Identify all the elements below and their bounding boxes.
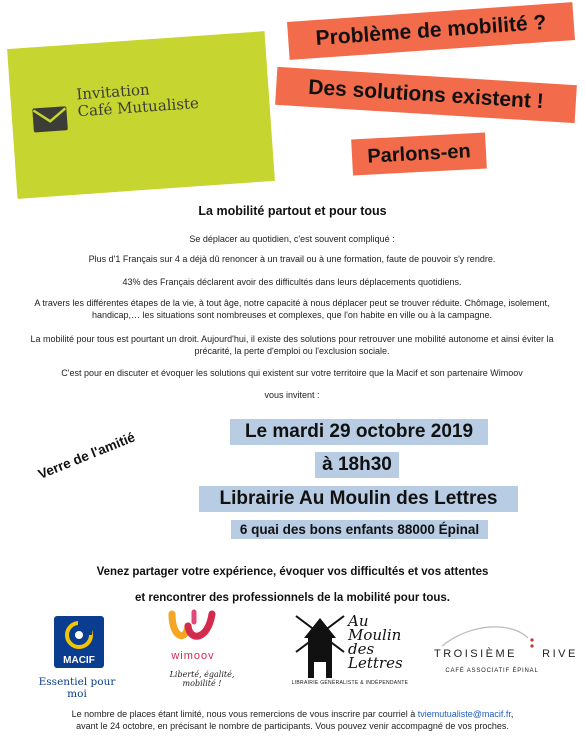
footer-note: Le nombre de places étant limité, nous v… xyxy=(20,708,565,732)
wimoov-logo: wimoov Liberté, égalité, mobilité ! xyxy=(158,608,248,694)
wimoov-w-icon xyxy=(168,609,216,640)
troisieme-rive-wordmark: TROISIÈME RIVE xyxy=(434,648,575,660)
paragraph-stat-2: 43% des Français déclarent avoir des dif… xyxy=(122,277,462,287)
rive-word: RIVE xyxy=(542,648,578,660)
footer-line-2: avant le 24 octobre, en précisant le nom… xyxy=(76,721,509,731)
headline-parlons: Parlons-en xyxy=(351,132,487,176)
footer-text-before-email: Le nombre de places étant limité, nous v… xyxy=(71,709,418,719)
paragraph-stat-1: Plus d'1 Français sur 4 a déjà dû renonc… xyxy=(88,254,496,264)
moulin-subtitle: LIBRAIRIE GÉNÉRALISTE & INDÉPENDANTE xyxy=(291,680,409,686)
windmill-icon xyxy=(295,615,345,678)
troisieme-rive-arc-icon xyxy=(441,626,534,648)
macif-emblem-icon xyxy=(65,621,93,649)
footer-line-1: Le nombre de places étant limité, nous v… xyxy=(20,708,565,720)
moulin-des-lettres-logo: Au Moulin des Lettres LIBRAIRIE GÉNÉRALI… xyxy=(290,612,410,696)
macif-wordmark: MACIF xyxy=(63,655,95,666)
invitation-card: Invitation Café Mutualiste xyxy=(7,31,275,199)
moulin-wordmark: Au Moulin des Lettres xyxy=(348,614,403,672)
paragraph-discuss: C'est pour en discuter et évoquer les so… xyxy=(61,368,523,378)
macif-logo: MACIF Essentiel pour moi xyxy=(32,616,122,700)
wimoov-wordmark: wimoov xyxy=(171,650,215,662)
troisieme-rive-subtitle: CAFÉ ASSOCIATIF ÉPINAL xyxy=(445,668,539,674)
invitation-line-share: Venez partager votre expérience, évoquer… xyxy=(96,566,489,578)
footer-text-after-email: , xyxy=(510,709,514,719)
section-title: La mobilité partout et pour tous xyxy=(198,204,387,218)
macif-tagline: Essentiel pour moi xyxy=(38,676,116,700)
wimoov-tagline: Liberté, égalité, mobilité ! xyxy=(169,670,235,688)
event-date: Le mardi 29 octobre 2019 xyxy=(230,419,488,445)
contact-email-link[interactable]: tviemutualiste@macif.fr xyxy=(418,709,511,719)
paragraph-intro: Se déplacer au quotidien, c'est souvent … xyxy=(189,234,395,244)
troisieme-word: TROISIÈME xyxy=(434,648,518,660)
event-time: à 18h30 xyxy=(315,452,399,478)
event-venue: Librairie Au Moulin des Lettres xyxy=(199,486,518,512)
envelope-icon xyxy=(32,106,68,133)
troisieme-rive-logo: TROISIÈME RIVE CAFÉ ASSOCIATIF ÉPINAL xyxy=(432,618,575,688)
paragraph-situations: A travers les différentes étapes de la v… xyxy=(34,298,550,320)
headline-solutions: Des solutions existent ! xyxy=(275,66,577,124)
paragraph-rights: La mobilité pour tous est pourtant un dr… xyxy=(30,334,554,356)
macif-logo-mark: MACIF xyxy=(54,616,104,668)
headline-question: Problème de mobilité ? xyxy=(287,2,575,60)
event-address: 6 quai des bons enfants 88000 Épinal xyxy=(231,520,488,539)
invitation-line-meet: et rencontrer des professionnels de la m… xyxy=(134,592,451,604)
moulin-word-lettres: Lettres xyxy=(348,654,403,672)
invitation-label: Invitation Café Mutualiste xyxy=(76,78,200,120)
paragraph-invite: vous invitent : xyxy=(264,390,320,400)
verre-amitie-label: Verre de l'amitié xyxy=(36,429,138,482)
